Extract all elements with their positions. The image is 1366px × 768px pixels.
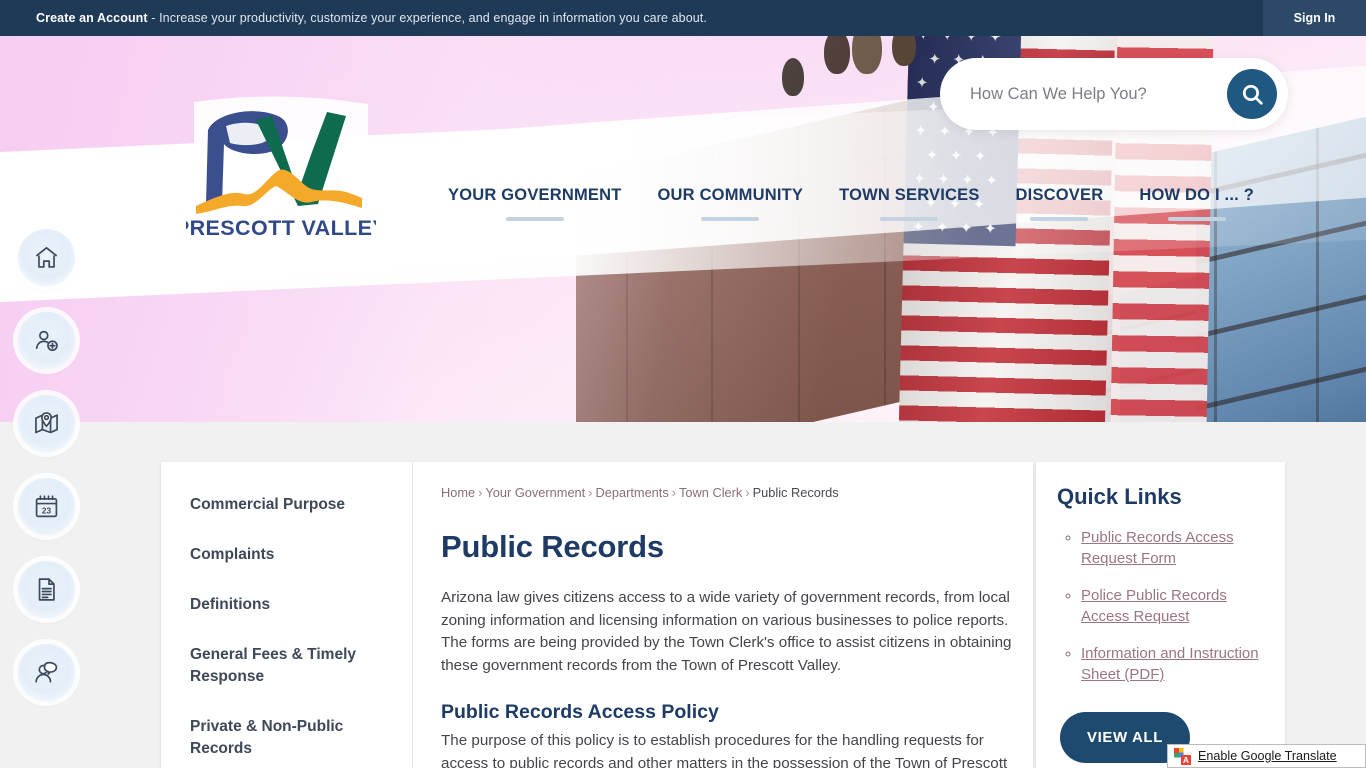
breadcrumb-separator: › <box>588 485 593 500</box>
quick-link-access-request-form[interactable]: Public Records Access Request Form <box>1081 529 1234 567</box>
nav-underline <box>505 217 564 221</box>
quick-action-home[interactable] <box>18 229 75 286</box>
nav-item-town-services[interactable]: TOWN SERVICES <box>821 186 997 221</box>
nav-item-our-community[interactable]: OUR COMMUNITY <box>640 186 822 221</box>
intro-paragraph: Arizona law gives citizens access to a w… <box>441 589 1012 674</box>
quick-action-contact[interactable] <box>18 644 75 701</box>
quick-link-police-records-request[interactable]: Police Public Records Access Request <box>1081 587 1227 625</box>
sidebar-item-complaints[interactable]: Complaints <box>190 544 390 566</box>
home-icon <box>35 246 58 268</box>
svg-text:A: A <box>1183 755 1189 765</box>
section-paragraph-access-policy: The purpose of this policy is to establi… <box>441 732 1008 768</box>
google-translate-widget[interactable]: A Enable Google Translate <box>1167 744 1366 768</box>
page-title: Public Records <box>441 529 664 564</box>
crowd-figure <box>824 36 850 74</box>
calendar-icon: 23 <box>35 495 58 518</box>
nav-underline <box>880 217 939 221</box>
google-translate-label[interactable]: Enable Google Translate <box>1198 749 1337 763</box>
nav-item-your-government[interactable]: YOUR GOVERNMENT <box>430 186 640 221</box>
document-icon <box>38 578 55 601</box>
quick-links-list: Public Records Access Request Form Polic… <box>1057 527 1269 685</box>
quick-links-title: Quick Links <box>1057 484 1182 509</box>
announcement-rest: - Increase your productivity, customize … <box>147 11 707 25</box>
crowd-figure <box>852 36 882 74</box>
sidebar-item-private-non-public-records[interactable]: Private & Non-Public Records <box>190 716 390 760</box>
user-comment-icon <box>35 661 58 683</box>
sign-in-button[interactable]: Sign In <box>1263 0 1366 36</box>
breadcrumb-current: Public Records <box>752 485 839 500</box>
breadcrumb-separator: › <box>478 485 483 500</box>
quick-action-notify-me[interactable] <box>18 312 75 369</box>
quick-action-calendar[interactable]: 23 <box>18 478 75 535</box>
add-user-icon <box>35 330 58 352</box>
quick-links-column: Quick Links Public Records Access Reques… <box>1057 484 1269 701</box>
breadcrumb-town-clerk[interactable]: Town Clerk <box>679 485 742 500</box>
google-translate-icon: A <box>1174 747 1191 765</box>
quick-action-documents[interactable] <box>18 561 75 618</box>
breadcrumb-home[interactable]: Home <box>441 485 475 500</box>
nav-underline <box>1167 217 1226 221</box>
nav-item-how-do-i[interactable]: HOW DO I ... ? <box>1121 186 1272 221</box>
map-pin-icon <box>35 412 58 434</box>
page-sidebar-nav: Commercial Purpose Complaints Definition… <box>190 494 390 768</box>
sidebar-item-general-fees[interactable]: General Fees & Timely Response <box>190 644 390 688</box>
main-column: Home › Your Government › Departments › Town Cl… <box>441 484 1013 768</box>
main-navigation: YOUR GOVERNMENT OUR COMMUNITY TOWN SERVI… <box>430 186 1272 221</box>
quick-action-maps[interactable] <box>18 395 75 452</box>
content-divider <box>412 462 413 768</box>
quick-action-bar: 23 <box>18 229 75 727</box>
site-logo[interactable]: PRESCOTT VALLEY <box>186 94 376 244</box>
nav-underline <box>701 217 760 221</box>
list-item: Information and Instruction Sheet (PDF) <box>1081 643 1269 685</box>
section-title-access-policy: Public Records Access Policy <box>441 701 719 723</box>
search-button[interactable] <box>1227 69 1277 119</box>
nav-underline <box>1030 217 1089 221</box>
sidebar-item-definitions[interactable]: Definitions <box>190 594 390 616</box>
breadcrumb-departments[interactable]: Departments <box>596 485 669 500</box>
site-search <box>940 58 1288 130</box>
sidebar-item-commercial-purpose[interactable]: Commercial Purpose <box>190 494 390 516</box>
svg-text:PRESCOTT VALLEY: PRESCOTT VALLEY <box>186 216 376 240</box>
breadcrumb-separator: › <box>671 485 677 500</box>
breadcrumb-your-government[interactable]: Your Government <box>485 485 585 500</box>
search-input[interactable] <box>940 84 1227 104</box>
quick-link-instruction-sheet-pdf[interactable]: Information and Instruction Sheet (PDF) <box>1081 645 1259 683</box>
list-item: Police Public Records Access Request <box>1081 585 1269 627</box>
top-announcement-bar: Create an Account - Increase your produc… <box>0 0 1366 36</box>
search-icon <box>1242 84 1263 105</box>
breadcrumb: Home › Your Government › Departments › Town Cl… <box>441 484 1013 502</box>
page-root: Create an Account - Increase your produc… <box>0 0 1366 768</box>
announcement-text: Create an Account - Increase your produc… <box>36 11 707 25</box>
breadcrumb-separator: › <box>745 485 750 500</box>
calendar-day-number: 23 <box>42 505 52 515</box>
list-item: Public Records Access Request Form <box>1081 527 1269 569</box>
create-account-link[interactable]: Create an Account <box>36 11 148 25</box>
crowd-figure <box>782 58 804 96</box>
nav-item-discover[interactable]: DISCOVER <box>998 186 1122 221</box>
